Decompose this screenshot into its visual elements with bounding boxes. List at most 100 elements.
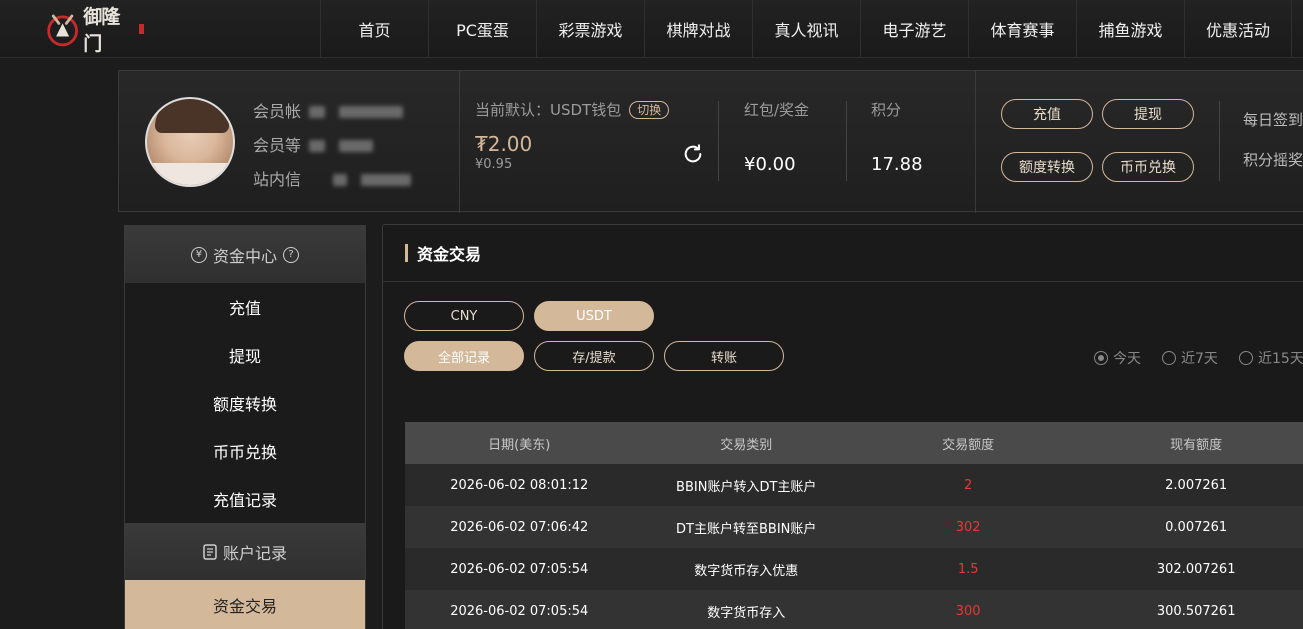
main-panel: 资金交易 CNY USDT 全部记录 存/提款 转账 今天 近7天 近15天 日… <box>382 224 1303 629</box>
title-accent-bar <box>405 244 408 262</box>
daily-checkin-link[interactable]: 每日签到 <box>1243 109 1303 149</box>
sidebar-section-fund-center[interactable]: ¥ 资金中心 ? <box>125 226 365 283</box>
nav-item-live[interactable]: 真人视讯 <box>752 0 860 58</box>
tab-transfer[interactable]: 转账 <box>664 341 784 371</box>
sidebar: ¥ 资金中心 ? 充值 提现 额度转换 币币兑换 充值记录 账户记录 资金交易 <box>124 225 366 629</box>
fund-center-label: 资金中心 <box>212 246 277 266</box>
tab-cny[interactable]: CNY <box>404 301 524 331</box>
cell-date: 2026-06-02 07:06:42 <box>405 506 634 548</box>
user-info: 会员帐 会员等 站内信 <box>253 95 411 197</box>
cell-type: BBIN账户转入DT主账户 <box>633 464 859 506</box>
sidebar-item-transfer[interactable]: 额度转换 <box>125 379 365 427</box>
logo-icon <box>47 14 78 47</box>
divider <box>459 71 460 213</box>
switch-wallet-button[interactable]: 切换 <box>629 100 670 119</box>
main-header: 资金交易 <box>383 225 1303 282</box>
level-label: 会员等 <box>253 136 302 155</box>
cell-type: DT主账户转至BBIN账户 <box>633 506 859 548</box>
table-header-row: 日期(美东) 交易类别 交易额度 现有额度 <box>405 422 1303 464</box>
avatar[interactable] <box>145 97 235 187</box>
range-15days-radio[interactable]: 近15天 <box>1239 348 1303 368</box>
tab-deposit-withdraw[interactable]: 存/提款 <box>534 341 654 371</box>
sidebar-item-withdraw[interactable]: 提现 <box>125 331 365 379</box>
cell-balance: 300.507261 <box>1077 590 1303 629</box>
points-value: 17.88 <box>871 154 923 175</box>
refresh-icon[interactable] <box>682 143 704 165</box>
table-row: 2026-06-02 07:05:54 数字货币存入 300 300.50726… <box>405 590 1303 629</box>
help-icon[interactable]: ? <box>283 246 299 263</box>
yen-coin-icon: ¥ <box>190 246 207 263</box>
tab-all-records[interactable]: 全部记录 <box>404 341 524 371</box>
redacted-account <box>339 106 403 118</box>
redacted-inbox <box>361 174 411 186</box>
cell-balance: 0.007261 <box>1077 506 1303 548</box>
account-records-label: 账户记录 <box>222 543 287 563</box>
sidebar-item-fund-transactions[interactable]: 资金交易 <box>125 580 365 629</box>
range-7days-radio[interactable]: 近7天 <box>1162 348 1218 368</box>
divider <box>1219 101 1220 181</box>
table-row: 2026-06-02 08:01:12 BBIN账户转入DT主账户 2 2.00… <box>405 464 1303 506</box>
tab-usdt[interactable]: USDT <box>534 301 654 331</box>
inbox-label[interactable]: 站内信 <box>253 167 303 193</box>
account-label: 会员帐 <box>253 102 302 121</box>
wallet-title: 当前默认：USDT钱包 <box>475 101 622 119</box>
page-title: 资金交易 <box>417 245 482 264</box>
cell-date: 2026-06-02 07:05:54 <box>405 590 634 629</box>
brand-name: 御隆门 <box>83 6 120 55</box>
cell-date: 2026-06-02 07:05:54 <box>405 548 634 590</box>
cell-amount: 1.5 <box>858 548 1078 590</box>
points-lottery-link[interactable]: 积分摇奖 <box>1243 149 1303 189</box>
transfer-button[interactable]: 额度转换 <box>1001 152 1093 182</box>
nav-item-lottery[interactable]: 彩票游戏 <box>536 0 644 58</box>
cell-type: 数字货币存入 <box>633 590 859 629</box>
cell-amount: 2 <box>858 464 1078 506</box>
divider <box>846 101 847 181</box>
bonus-value: ¥0.00 <box>744 154 796 175</box>
transactions-table: 日期(美东) 交易类别 交易额度 现有额度 2026-06-02 08:01:1… <box>405 422 1303 629</box>
range-7days-label: 近7天 <box>1181 351 1218 367</box>
range-today-label: 今天 <box>1113 351 1141 367</box>
right-links: 每日签到 积分摇奖 <box>1243 109 1303 189</box>
nav-item-slots[interactable]: 电子游艺 <box>860 0 968 58</box>
cell-balance: 2.007261 <box>1077 464 1303 506</box>
document-icon <box>203 543 217 560</box>
points-stat: 积分 17.88 <box>871 99 923 175</box>
radio-dot <box>1094 351 1108 365</box>
cell-type: 数字货币存入优惠 <box>633 548 859 590</box>
cell-amount: 302 <box>858 506 1078 548</box>
table-row: 2026-06-02 07:06:42 DT主账户转至BBIN账户 302 0.… <box>405 506 1303 548</box>
nav-item-pc28[interactable]: PC蛋蛋 <box>428 0 536 58</box>
points-label: 积分 <box>871 101 902 119</box>
radio-dot <box>1239 351 1253 365</box>
cell-balance: 302.007261 <box>1077 548 1303 590</box>
nav-item-fishing[interactable]: 捕鱼游戏 <box>1076 0 1184 58</box>
logo-seal <box>139 24 144 34</box>
bonus-label: 红包/奖金 <box>744 101 810 119</box>
withdraw-button[interactable]: 提现 <box>1102 99 1194 129</box>
range-15days-label: 近15天 <box>1258 351 1303 367</box>
divider <box>718 101 719 181</box>
column-header-type: 交易类别 <box>633 422 859 464</box>
top-navbar: 御隆门 首页 PC蛋蛋 彩票游戏 棋牌对战 真人视讯 电子游艺 体育赛事 捕鱼游… <box>0 0 1303 58</box>
nav-item-promotions[interactable]: 优惠活动 <box>1184 0 1292 58</box>
redacted-text <box>309 140 325 152</box>
deposit-button[interactable]: 充值 <box>1001 99 1093 129</box>
sidebar-item-exchange[interactable]: 币币兑换 <box>125 427 365 475</box>
nav-item-sports[interactable]: 体育赛事 <box>968 0 1076 58</box>
main-nav: 首页 PC蛋蛋 彩票游戏 棋牌对战 真人视讯 电子游艺 体育赛事 捕鱼游戏 优惠… <box>320 0 1292 58</box>
cell-date: 2026-06-02 08:01:12 <box>405 464 634 506</box>
exchange-button[interactable]: 币币兑换 <box>1102 152 1194 182</box>
nav-item-home[interactable]: 首页 <box>320 0 428 58</box>
redacted-text <box>333 174 347 186</box>
column-header-balance: 现有额度 <box>1077 422 1303 464</box>
sidebar-item-deposit[interactable]: 充值 <box>125 283 365 331</box>
brand-logo[interactable]: 御隆门 <box>44 6 144 55</box>
redacted-level <box>339 140 373 152</box>
sidebar-section-account-records[interactable]: 账户记录 <box>125 523 365 580</box>
sidebar-item-deposit-records[interactable]: 充值记录 <box>125 475 365 523</box>
radio-dot <box>1162 351 1176 365</box>
cell-amount: 300 <box>858 590 1078 629</box>
nav-item-chess[interactable]: 棋牌对战 <box>644 0 752 58</box>
range-today-radio[interactable]: 今天 <box>1094 348 1141 368</box>
column-header-date: 日期(美东) <box>405 422 634 464</box>
